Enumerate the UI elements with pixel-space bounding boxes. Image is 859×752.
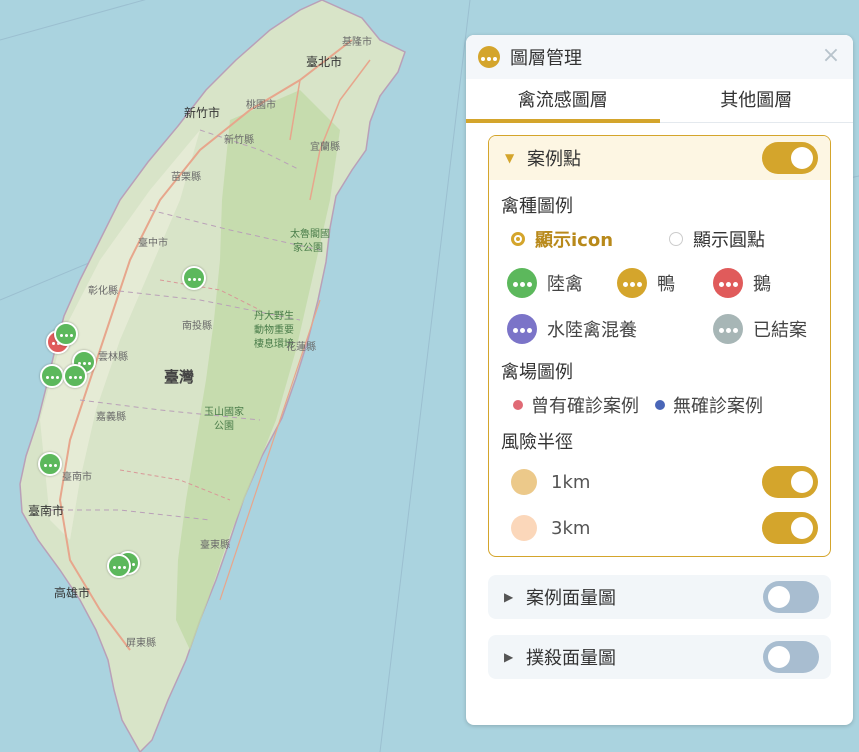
radius-1km-toggle[interactable]: [762, 466, 818, 498]
close-icon[interactable]: ×: [821, 45, 841, 67]
map-label-tainan: 臺南市: [28, 504, 65, 518]
map-label-pingtung: 屏東縣: [126, 638, 156, 649]
caret-right-icon: ▶: [504, 590, 514, 604]
legend-goose-label: 鵝: [753, 274, 771, 295]
radius-3km-swatch: [511, 515, 537, 541]
map-label-danda-2: 動物重要: [254, 325, 294, 336]
farm-legend-title: 禽場圖例: [501, 362, 573, 383]
tab-other-layers[interactable]: 其他圖層: [660, 79, 854, 122]
case-points-body: 禽種圖例 顯示icon 顯示圓點 陸禽 鴨 鵝 水陸禽混養 已結案 禽場圖例 曾…: [489, 180, 830, 556]
legend-no-case-farm-label: 無確診案例: [673, 396, 763, 417]
cull-area-label: 撲殺面量圖: [526, 648, 616, 669]
case-marker[interactable]: [107, 554, 131, 578]
case-points-label: 案例點: [527, 149, 581, 170]
map-label-danda-1: 丹大野生: [254, 311, 294, 322]
species-legend-title: 禽種圖例: [501, 196, 573, 217]
legend-mixed: 水陸禽混養: [507, 314, 713, 344]
radio-show-icon-label: 顯示icon: [535, 230, 614, 251]
legend-confirmed-farm-label: 曾有確診案例: [531, 396, 639, 417]
map-label-hsinchu-city: 新竹市: [184, 106, 221, 120]
legend-land-fowl: 陸禽: [507, 268, 583, 298]
map-label-miaoli: 苗栗縣: [171, 172, 201, 183]
tab-bar: 禽流感圖層 其他圖層: [466, 79, 853, 123]
map-label-chiayi: 嘉義縣: [96, 412, 126, 423]
mixed-poultry-icon: [507, 314, 537, 344]
radio-show-icon[interactable]: 顯示icon: [511, 226, 613, 252]
legend-confirmed-farm: 曾有確診案例: [513, 392, 639, 418]
land-fowl-icon: [507, 268, 537, 298]
legend-duck-label: 鴨: [657, 274, 675, 295]
map-label-taipei: 臺北市: [306, 55, 343, 69]
radio-show-dot[interactable]: 顯示圓點: [669, 226, 765, 252]
display-mode-options: 顯示icon 顯示圓點: [501, 226, 818, 252]
risk-radius-title: 風險半徑: [501, 432, 573, 453]
goose-icon: [713, 268, 743, 298]
radius-1km-label: 1km: [551, 471, 591, 493]
radius-1km-swatch: [511, 469, 537, 495]
legend-duck: 鴨: [617, 268, 675, 298]
radius-3km-label: 3km: [551, 517, 591, 539]
species-legend: 陸禽 鴨 鵝 水陸禽混養 已結案: [501, 268, 818, 344]
cull-area-section: ▶ 撲殺面量圖: [488, 635, 831, 679]
case-marker[interactable]: [40, 364, 64, 388]
cull-area-toggle[interactable]: [763, 641, 819, 673]
map-label-yushan-2: 公園: [214, 421, 234, 432]
radius-3km-row: 3km: [501, 510, 818, 546]
legend-goose: 鵝: [713, 268, 853, 298]
map-label-taichung: 臺中市: [138, 238, 168, 249]
map-label-keelung: 基隆市: [342, 37, 372, 48]
legend-closed-label: 已結案: [753, 320, 807, 341]
map-label-changhua: 彰化縣: [88, 286, 118, 297]
legend-no-case-farm: 無確診案例: [655, 392, 763, 418]
bird-icon: [478, 46, 500, 68]
case-points-header[interactable]: ▼ 案例點: [489, 136, 830, 180]
map-label-tainan-2: 臺南市: [62, 472, 92, 483]
radio-show-dot-label: 顯示圓點: [693, 230, 766, 251]
radius-3km-toggle[interactable]: [762, 512, 818, 544]
case-marker[interactable]: [54, 322, 78, 346]
map-label-hualien: 花蓮縣: [286, 342, 316, 353]
panel-header: 圖層管理 ×: [466, 35, 853, 79]
map-label-taitung: 臺東縣: [200, 540, 230, 551]
radius-1km-row: 1km: [501, 464, 818, 500]
case-area-header[interactable]: ▶ 案例面量圖: [488, 575, 831, 619]
map-label-taroko-1: 太魯閣國: [290, 229, 330, 240]
caret-down-icon: ▼: [505, 151, 515, 165]
map-label-nantou: 南投縣: [182, 321, 212, 332]
closed-case-icon: [713, 314, 743, 344]
case-points-section: ▼ 案例點 禽種圖例 顯示icon 顯示圓點 陸禽 鴨 鵝 水陸禽混養 已結案 …: [488, 135, 831, 557]
map-label-kaohsiung: 高雄市: [54, 586, 91, 600]
case-marker[interactable]: [63, 364, 87, 388]
case-area-label: 案例面量圖: [526, 588, 616, 609]
case-area-toggle[interactable]: [763, 581, 819, 613]
farm-legend: 曾有確診案例 無確診案例: [501, 392, 818, 418]
legend-mixed-label: 水陸禽混養: [547, 320, 637, 341]
caret-right-icon: ▶: [504, 650, 514, 664]
case-marker[interactable]: [38, 452, 62, 476]
map-label-taiwan: 臺灣: [164, 368, 195, 386]
map-label-hsinchu-county: 新竹縣: [224, 135, 254, 146]
layer-management-panel: 圖層管理 × 禽流感圖層 其他圖層 ▼ 案例點 禽種圖例 顯示icon 顯示圓點: [466, 35, 853, 725]
cull-area-header[interactable]: ▶ 撲殺面量圖: [488, 635, 831, 679]
legend-closed: 已結案: [713, 314, 853, 344]
tab-avian-flu-layer[interactable]: 禽流感圖層: [466, 79, 660, 123]
panel-title: 圖層管理: [510, 48, 582, 69]
case-marker[interactable]: [182, 266, 206, 290]
map-label-yilan: 宜蘭縣: [310, 142, 340, 153]
case-area-section: ▶ 案例面量圖: [488, 575, 831, 619]
duck-icon: [617, 268, 647, 298]
map-label-taroko-2: 家公園: [293, 243, 323, 254]
map-label-taoyuan: 桃園市: [246, 100, 276, 111]
map-label-yunlin: 雲林縣: [98, 352, 128, 363]
case-points-toggle[interactable]: [762, 142, 818, 174]
legend-land-fowl-label: 陸禽: [547, 274, 583, 295]
map-label-yushan-1: 玉山國家: [204, 407, 244, 418]
